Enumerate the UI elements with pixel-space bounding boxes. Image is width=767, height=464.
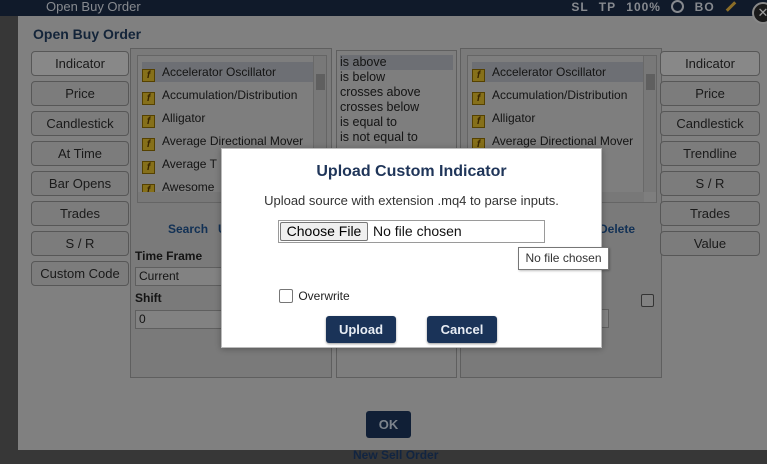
overwrite-checkbox[interactable] [279,289,293,303]
modal-description: Upload source with extension .mq4 to par… [264,193,559,208]
upload-button[interactable]: Upload [326,316,396,343]
file-input[interactable]: Choose File No file chosen [278,220,545,243]
file-tooltip: No file chosen [518,247,609,270]
overwrite-row: Overwrite [279,289,350,305]
cancel-button[interactable]: Cancel [427,316,497,343]
choose-file-button[interactable]: Choose File [280,222,368,241]
file-status: No file chosen [373,223,462,239]
modal-title: Upload Custom Indicator [316,163,507,180]
overwrite-label[interactable]: Overwrite [298,289,349,303]
